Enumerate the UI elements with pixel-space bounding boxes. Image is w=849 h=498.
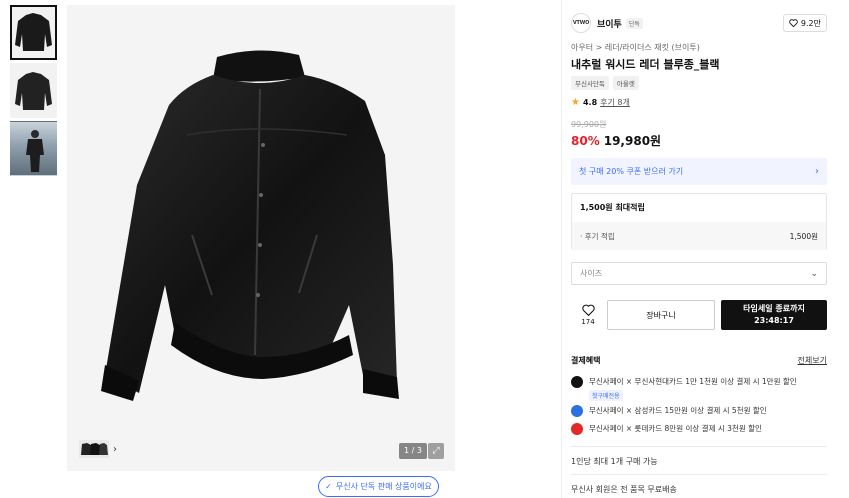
thumbnail-2[interactable]	[10, 63, 57, 118]
exclusive-notice-text: 무신사 단독 판매 상품이에요	[335, 482, 432, 491]
check-icon: ✓	[325, 482, 332, 491]
timesale-countdown: 23:48:17	[754, 316, 794, 325]
benefit-text: 무신사페이 × 무신사현대카드 1만 1천원 이상 결제 시 1만원 할인	[589, 377, 797, 386]
coupon-banner[interactable]: 첫 구매 20% 쿠폰 받으러 가기 ›	[571, 158, 827, 185]
divider	[571, 446, 827, 447]
view-all-link[interactable]: 전체보기	[798, 355, 827, 366]
sale-price: 19,980원	[603, 134, 662, 148]
breadcrumb[interactable]: 아우터 > 레더/라이더스 재킷 (브이투)	[571, 42, 700, 53]
brand-badge: 단독	[625, 17, 643, 29]
leather-jacket-image	[101, 50, 399, 401]
brand-row: VTWO 브이투 단독 9.2만	[571, 13, 827, 33]
divider	[571, 474, 827, 475]
product-tag: 아울렛	[612, 76, 639, 90]
product-tag: 무신사단독	[571, 76, 609, 90]
shipping-info: 무신사 회원은 전 품목 무료배송	[571, 485, 677, 494]
price-row: 80% 19,980원	[571, 132, 661, 149]
payment-benefits-header: 결제혜택 전체보기	[571, 355, 827, 366]
musinsa-hyundai-card-icon	[571, 376, 583, 388]
points-row-amount: 1,500원	[789, 231, 818, 241]
coupon-label: 첫 구매 20% 쿠폰 받으러 가기	[579, 167, 684, 176]
rating: ★ 4.8 후기 8개	[571, 97, 630, 108]
jacket-back-thumb-image	[15, 72, 52, 110]
product-like-button[interactable]: 174	[571, 304, 605, 326]
brand-like-count: 9.2만	[800, 18, 821, 28]
points-row: · 후기 적립 1,500원	[572, 222, 826, 250]
buy-button[interactable]: 타임세일 종료까지 23:48:17	[721, 300, 827, 330]
gallery-mini-strip[interactable]: ›	[79, 440, 117, 458]
star-icon: ★	[571, 97, 580, 108]
size-placeholder: 사이즈	[580, 269, 603, 278]
brand-logo[interactable]: VTWO	[571, 13, 591, 33]
reviews-link[interactable]: 후기 8개	[600, 97, 630, 108]
thumbnail-list	[10, 5, 57, 179]
benefit-badge: 첫구매전용	[589, 390, 623, 401]
size-select[interactable]: 사이즈 ⌄	[571, 262, 827, 285]
benefit-text: 무신사페이 × 롯데카드 8만원 이상 결제 시 3천원 할인	[589, 424, 762, 433]
chevron-right-icon: ›	[815, 166, 819, 177]
benefit-item: 무신사페이 × 삼성카드 15만원 이상 결제 시 5천원 할인	[571, 405, 767, 417]
points-header: 1,500원 최대적립	[580, 203, 645, 212]
main-product-image[interactable]: › 1 / 3 ⤢	[67, 5, 455, 471]
chevron-down-icon: ⌄	[810, 268, 818, 279]
mini-jackets-image	[81, 443, 108, 455]
jacket-thumb-image	[15, 13, 52, 51]
buy-button-label: 타임세일 종료까지	[743, 304, 805, 313]
benefit-item: 무신사페이 × 롯데카드 8만원 이상 결제 시 3천원 할인	[571, 423, 762, 435]
brand-like-button[interactable]: 9.2만	[782, 14, 827, 32]
expand-icon[interactable]: ⤢	[428, 443, 444, 459]
benefit-text: 무신사페이 × 삼성카드 15만원 이상 결제 시 5천원 할인	[589, 406, 767, 415]
model-thumb-image	[26, 130, 44, 172]
thumbnail-3[interactable]	[10, 121, 57, 176]
heart-icon	[581, 304, 595, 316]
samsung-card-icon	[571, 405, 583, 417]
thumbnail-1[interactable]	[10, 5, 57, 60]
original-price: 99,900원	[571, 120, 607, 129]
mini-thumbnails	[79, 440, 109, 458]
discount-rate: 80%	[571, 134, 600, 148]
product-tags: 무신사단독 아울렛	[571, 76, 639, 90]
rating-score: 4.8	[582, 98, 598, 107]
image-counter: 1 / 3	[399, 443, 427, 459]
benefit-item: 무신사페이 × 무신사현대카드 1만 1천원 이상 결제 시 1만원 할인 첫구…	[571, 376, 797, 401]
action-row: 174 장바구니 타임세일 종료까지 23:48:17	[571, 300, 827, 330]
lotte-card-icon	[571, 423, 583, 435]
brand-name[interactable]: 브이투	[597, 17, 622, 30]
exclusive-notice[interactable]: ✓ 무신사 단독 판매 상품이에요	[318, 476, 439, 497]
add-to-cart-button[interactable]: 장바구니	[607, 300, 715, 330]
points-row-label: · 후기 적립	[580, 231, 615, 241]
product-like-count: 174	[581, 318, 595, 326]
payment-benefits-title: 결제혜택	[571, 356, 601, 365]
product-info-panel: VTWO 브이투 단독 9.2만 아우터 > 레더/라이더스 재킷 (브이투) …	[561, 0, 849, 498]
points-box: 1,500원 최대적립 · 후기 적립 1,500원	[571, 193, 827, 250]
chevron-right-icon[interactable]: ›	[113, 444, 117, 455]
product-title: 내추럴 워시드 레더 블루종_블랙	[571, 58, 720, 71]
heart-icon	[789, 19, 798, 27]
purchase-limit: 1인당 최대 1개 구매 가능	[571, 457, 658, 466]
